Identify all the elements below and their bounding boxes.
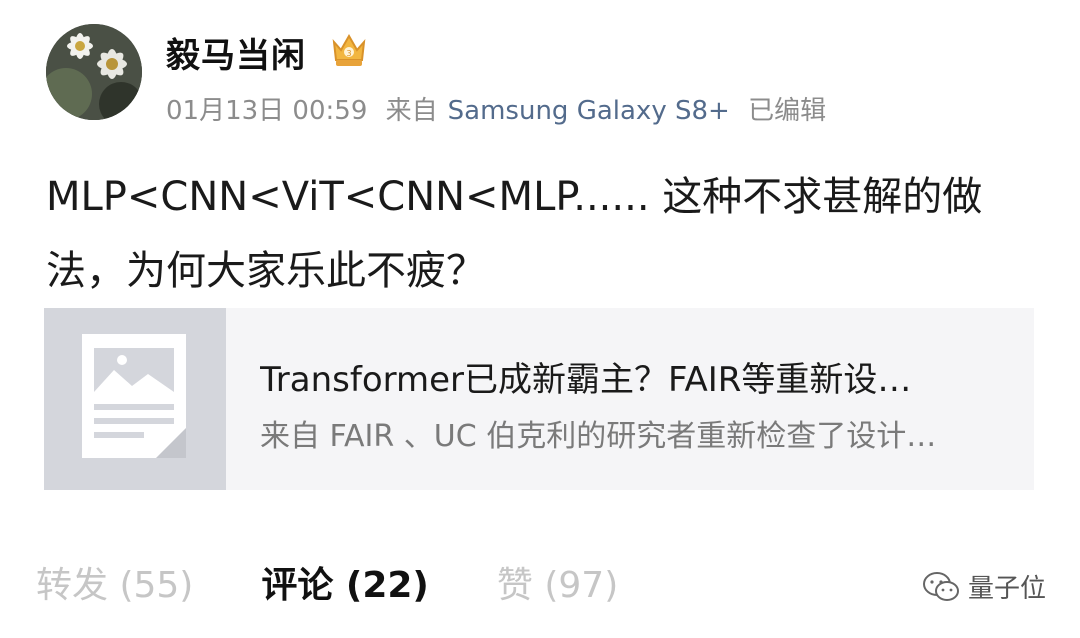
edited-label[interactable]: 已编辑	[748, 96, 826, 126]
post-meta: 01月13日 00:59 来自 Samsung Galaxy S8+ 已编辑	[166, 90, 836, 127]
weibo-post: 毅马当闲 3 01月13日 00:59 来自 Samsung Galaxy S8+…	[0, 0, 1080, 638]
link-card[interactable]: Transformer已成新霸主？FAIR等重新设… 来自 FAIR 、UC 伯…	[44, 308, 1034, 490]
link-card-body: Transformer已成新霸主？FAIR等重新设… 来自 FAIR 、UC 伯…	[226, 308, 936, 490]
repost-button[interactable]: 转发 (55)	[36, 556, 193, 608]
link-card-title: Transformer已成新霸主？FAIR等重新设…	[260, 360, 912, 400]
comment-tab[interactable]: 评论 (22)	[261, 556, 429, 608]
source-prefix: 来自	[385, 96, 438, 126]
wechat-icon	[922, 570, 960, 604]
like-button[interactable]: 赞 (97)	[497, 556, 618, 608]
post-text: MLP<CNN<ViT<CNN<MLP...... 这种不求甚解的做法，为何大家…	[46, 174, 983, 294]
link-card-description: 来自 FAIR 、UC 伯克利的研究者重新检查了设计…	[260, 419, 937, 454]
svg-text:3: 3	[346, 49, 351, 58]
action-bar: 转发 (55) 评论 (22) 赞 (97)	[36, 556, 618, 608]
vip-crown-icon[interactable]: 3	[328, 30, 370, 70]
avatar-flower-image	[46, 24, 142, 120]
watermark-text: 量子位	[967, 574, 1046, 604]
post-date: 01月13日 00:59	[166, 96, 368, 126]
article-placeholder-icon	[44, 308, 226, 490]
watermark: 量子位	[922, 568, 1046, 605]
username[interactable]: 毅马当闲	[166, 28, 306, 77]
avatar[interactable]	[46, 24, 142, 120]
device-link[interactable]: Samsung Galaxy S8+	[448, 96, 730, 126]
